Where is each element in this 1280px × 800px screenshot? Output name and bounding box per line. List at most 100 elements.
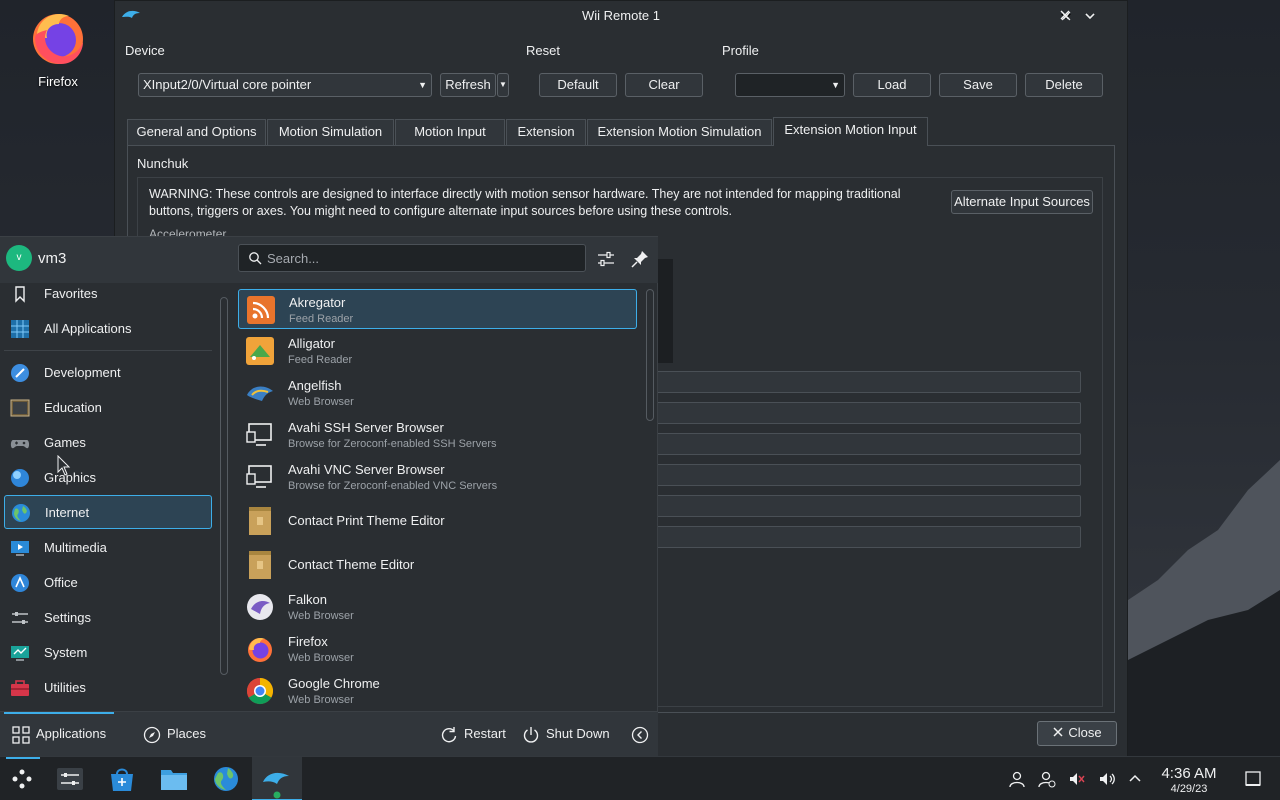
user-icon[interactable] — [1008, 770, 1026, 788]
app-item-alligator[interactable]: Alligator Feed Reader — [238, 331, 637, 371]
category-graphics[interactable]: Graphics — [4, 461, 212, 495]
device-label: Device — [125, 43, 165, 58]
category-settings[interactable]: Settings — [4, 601, 212, 635]
tab-extension-motion-simulation[interactable]: Extension Motion Simulation — [587, 119, 772, 145]
tab-motion-input[interactable]: Motion Input — [395, 119, 505, 145]
tab-extension-motion-input[interactable]: Extension Motion Input — [773, 117, 928, 146]
volume-icon[interactable] — [1098, 770, 1116, 788]
category-system[interactable]: System — [4, 636, 212, 670]
running-indicator-icon — [273, 791, 281, 799]
close-button[interactable]: Close — [1037, 721, 1117, 746]
tab-general-and-options[interactable]: General and Options — [127, 119, 266, 145]
search-icon — [249, 252, 262, 265]
show-desktop-icon[interactable] — [1244, 770, 1262, 788]
restart-icon — [441, 727, 457, 743]
globe-icon[interactable] — [212, 765, 240, 793]
shutdown-button[interactable]: Shut Down — [546, 726, 610, 741]
clear-button[interactable]: Clear — [625, 73, 703, 97]
category-label: Favorites — [44, 286, 98, 301]
folder-icon[interactable] — [160, 765, 188, 793]
window-close-icon[interactable] — [1058, 8, 1072, 22]
discover-store-icon[interactable] — [108, 765, 136, 793]
mapping-field[interactable] — [655, 526, 1081, 548]
category-office[interactable]: Office — [4, 566, 212, 600]
category-education[interactable]: Education — [4, 391, 212, 425]
system-settings-icon[interactable] — [56, 765, 84, 793]
chevron-down-icon[interactable] — [1083, 9, 1097, 23]
dolphin-icon[interactable] — [262, 765, 290, 793]
configure-icon[interactable] — [596, 249, 616, 269]
mapping-field[interactable] — [655, 495, 1081, 517]
user-switch-icon[interactable] — [1038, 770, 1056, 788]
chevron-left-icon[interactable] — [631, 726, 649, 744]
theme-editor-icon — [249, 551, 271, 579]
clock-time[interactable]: 4:36 AM — [1154, 765, 1224, 782]
category-label: Multimedia — [44, 540, 107, 555]
settings-icon — [12, 612, 28, 624]
profile-select[interactable]: ▼ — [735, 73, 845, 97]
app-item-contact-theme-editor[interactable]: Contact Theme Editor — [238, 545, 637, 585]
app-name: Falkon — [288, 592, 328, 607]
tab-motion-simulation[interactable]: Motion Simulation — [267, 119, 394, 145]
falkon-icon — [247, 594, 273, 620]
multimedia-icon — [11, 541, 29, 556]
save-button[interactable]: Save — [939, 73, 1017, 97]
applications-grid-icon — [12, 726, 30, 744]
mapping-field[interactable] — [655, 371, 1081, 393]
app-item-firefox[interactable]: Firefox Web Browser — [238, 629, 637, 669]
app-description: Browse for Zeroconf-enabled SSH Servers — [288, 438, 497, 450]
alternate-input-sources-button[interactable]: Alternate Input Sources — [951, 190, 1093, 214]
mouse-cursor-icon — [57, 455, 71, 476]
app-item-falkon[interactable]: Falkon Web Browser — [238, 587, 637, 627]
app-item-akregator[interactable]: Akregator Feed Reader — [238, 289, 637, 329]
nunchuk-group-title: Nunchuk — [137, 156, 189, 171]
app-list-scrollbar[interactable] — [646, 289, 654, 421]
app-description: Web Browser — [288, 694, 354, 706]
audio-muted-icon[interactable] — [1068, 770, 1086, 788]
pin-icon[interactable] — [630, 249, 650, 269]
avatar[interactable]: v — [6, 245, 32, 271]
chevron-up-icon[interactable] — [1126, 770, 1144, 788]
search-field[interactable] — [238, 244, 586, 272]
default-button[interactable]: Default — [539, 73, 617, 97]
applications-tab[interactable]: Applications — [36, 726, 106, 741]
refresh-menu-button[interactable]: ▼ — [497, 73, 509, 97]
restart-button[interactable]: Restart — [464, 726, 506, 741]
rss-icon — [247, 296, 275, 324]
profile-label: Profile — [722, 43, 759, 58]
category-internet[interactable]: Internet — [4, 495, 212, 529]
clock-date[interactable]: 4/29/23 — [1154, 783, 1224, 795]
mapping-field[interactable] — [655, 402, 1081, 424]
app-item-avahi-vnc[interactable]: Avahi VNC Server Browser Browse for Zero… — [238, 457, 637, 497]
category-scrollbar[interactable] — [220, 297, 228, 675]
delete-button[interactable]: Delete — [1025, 73, 1103, 97]
category-favorites[interactable]: Favorites — [4, 277, 212, 311]
refresh-button[interactable]: Refresh — [440, 73, 496, 97]
desktop-firefox-shortcut[interactable]: Firefox — [20, 8, 96, 98]
device-select[interactable]: XInput2/0/Virtual core pointer ▼ — [138, 73, 432, 97]
tab-extension[interactable]: Extension — [506, 119, 586, 145]
load-button[interactable]: Load — [853, 73, 931, 97]
desktop-firefox-label: Firefox — [38, 74, 78, 89]
alligator-icon — [246, 337, 274, 365]
launcher-icon[interactable] — [8, 765, 36, 793]
app-item-angelfish[interactable]: Angelfish Web Browser — [238, 373, 637, 413]
places-tab[interactable]: Places — [167, 726, 206, 741]
app-item-contact-print-theme-editor[interactable]: Contact Print Theme Editor — [238, 501, 637, 541]
app-item-google-chrome[interactable]: Google Chrome Web Browser — [238, 671, 637, 711]
category-utilities[interactable]: Utilities — [4, 671, 212, 705]
category-label: Internet — [45, 505, 90, 520]
gamepad-icon — [10, 440, 30, 449]
category-all-applications[interactable]: All Applications — [4, 312, 212, 346]
globe-icon — [12, 504, 30, 522]
close-label: Close — [1068, 725, 1102, 740]
app-name: Angelfish — [288, 378, 342, 393]
search-input[interactable] — [267, 249, 577, 267]
category-multimedia[interactable]: Multimedia — [4, 531, 212, 565]
mapping-field[interactable] — [655, 433, 1081, 455]
window-titlebar[interactable]: Wii Remote 1 ⨯ — [115, 1, 1127, 31]
mapping-field[interactable] — [655, 464, 1081, 486]
category-games[interactable]: Games — [4, 426, 212, 460]
category-development[interactable]: Development — [4, 356, 212, 390]
app-item-avahi-ssh[interactable]: Avahi SSH Server Browser Browse for Zero… — [238, 415, 637, 455]
